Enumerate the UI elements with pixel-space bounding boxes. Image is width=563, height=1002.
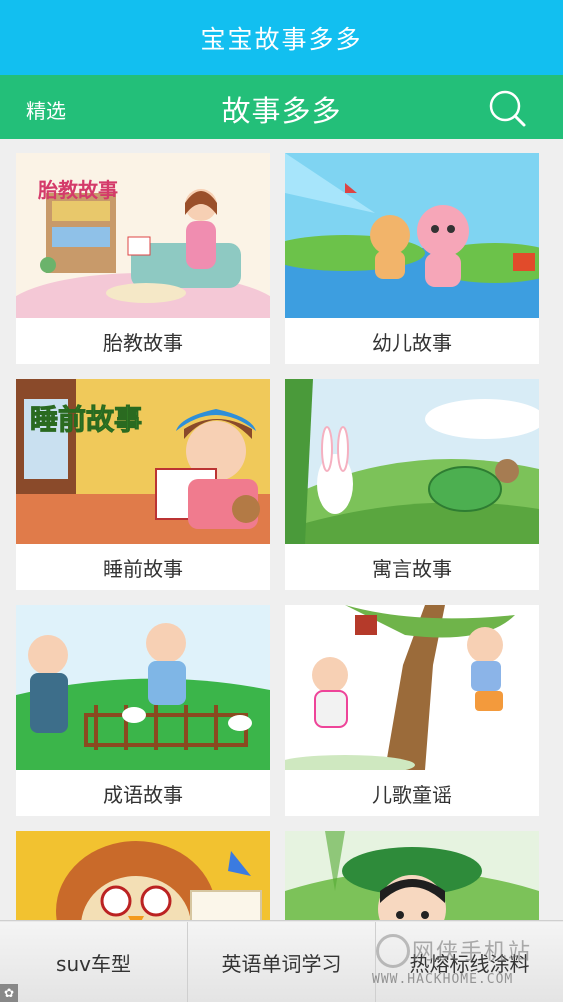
- category-label: 睡前故事: [103, 556, 183, 581]
- category-thumbnail: [16, 605, 270, 770]
- nav-bar: 精选 故事多多: [0, 75, 563, 139]
- page-title: 故事多多: [221, 94, 342, 128]
- app-title: 宝宝故事多多: [200, 24, 363, 54]
- bottom-link-suv[interactable]: suv车型: [0, 922, 188, 1002]
- paw-icon: ✿: [0, 984, 18, 1002]
- app-title-bar: 宝宝故事多多: [0, 0, 563, 75]
- category-thumbnail: [285, 153, 539, 318]
- category-label: 幼儿故事: [372, 330, 452, 355]
- card-art-title: 胎教故事: [37, 178, 118, 202]
- search-icon: [489, 90, 526, 127]
- category-grid: 胎教故事 胎教故事 幼儿故事 睡前故事 睡前故事 寓言故事 成语故事 儿歌童谣: [0, 139, 563, 920]
- category-thumbnail: [285, 831, 539, 920]
- category-thumbnail: [285, 605, 539, 770]
- category-card-nursery-rhyme[interactable]: 儿歌童谣: [285, 605, 539, 816]
- category-thumbnail: [285, 379, 539, 544]
- search-button[interactable]: [486, 87, 528, 129]
- category-card-bedtime[interactable]: 睡前故事 睡前故事: [16, 379, 270, 590]
- category-card-prenatal[interactable]: 胎教故事 胎教故事: [16, 153, 270, 364]
- category-card-7[interactable]: [16, 831, 270, 920]
- bottom-link-bar: suv车型 英语单词学习 热熔标线涂料: [0, 920, 563, 1002]
- category-thumbnail: 睡前故事: [16, 379, 270, 544]
- bottom-link-english-words[interactable]: 英语单词学习: [188, 922, 376, 1002]
- category-card-toddler[interactable]: 幼儿故事: [285, 153, 539, 364]
- category-card-idiom[interactable]: 成语故事: [16, 605, 270, 816]
- category-card-8[interactable]: [285, 831, 539, 920]
- category-thumbnail: [16, 831, 270, 920]
- bottom-link-road-paint[interactable]: 热熔标线涂料: [376, 922, 563, 1002]
- category-thumbnail: 胎教故事: [16, 153, 270, 318]
- category-label: 胎教故事: [103, 330, 183, 355]
- category-label: 寓言故事: [372, 556, 452, 581]
- card-art-title: 睡前故事: [30, 403, 142, 436]
- category-card-fable[interactable]: 寓言故事: [285, 379, 539, 590]
- category-label: 儿歌童谣: [372, 782, 452, 807]
- category-label: 成语故事: [103, 782, 183, 807]
